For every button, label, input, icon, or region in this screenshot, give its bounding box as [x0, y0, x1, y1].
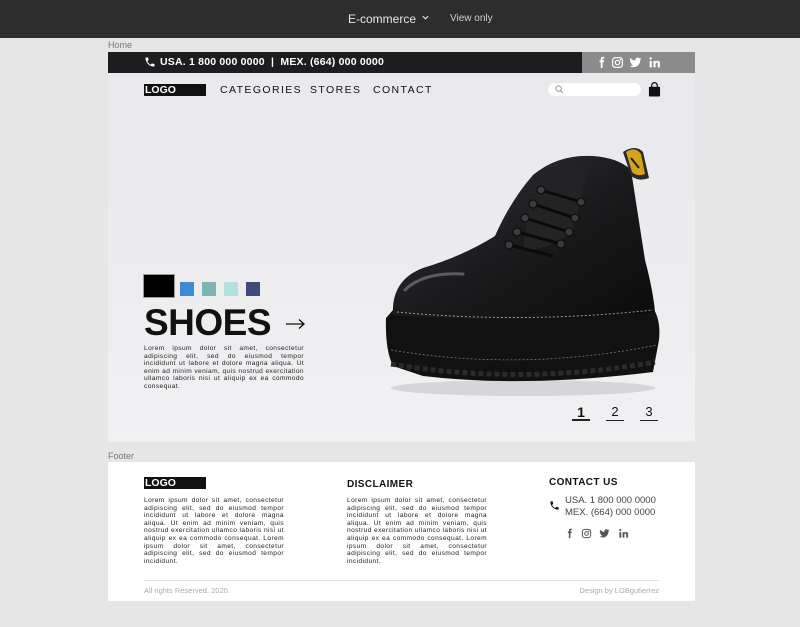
view-mode-label: View only	[450, 13, 493, 24]
footer-frame: LOGO Lorem ipsum dolor sit amet, consect…	[108, 462, 695, 601]
page-1[interactable]: 1	[571, 404, 591, 420]
shopping-bag-icon[interactable]	[648, 82, 661, 97]
app-bar: E-commerce View only	[0, 0, 800, 38]
frame-label-home: Home	[108, 40, 133, 50]
phone-icon	[145, 57, 155, 67]
copyright-text: All rights Reserved. 2020.	[144, 586, 230, 595]
linkedin-icon[interactable]	[648, 56, 661, 69]
search-input[interactable]	[548, 83, 641, 96]
twitter-icon[interactable]	[599, 528, 610, 539]
disclaimer-heading: DISCLAIMER	[347, 479, 414, 490]
color-swatch-mint[interactable]	[224, 282, 238, 296]
header-logo[interactable]: LOGO	[144, 84, 206, 96]
nav-stores[interactable]: STORES	[310, 84, 361, 96]
disclaimer-text: Lorem ipsum dolor sit amet, consectetur …	[347, 497, 488, 565]
page-3[interactable]: 3	[639, 404, 659, 419]
footer-phone-usa: USA. 1 800 000 0000	[565, 495, 656, 506]
footer-logo[interactable]: LOGO	[144, 477, 206, 489]
nav-categories[interactable]: CATEGORIES	[220, 84, 302, 96]
page-2[interactable]: 2	[605, 404, 625, 419]
project-title[interactable]: E-commerce	[348, 12, 416, 26]
instagram-icon[interactable]	[611, 56, 624, 69]
frame-label-footer: Footer	[108, 451, 135, 461]
page-3-underline	[640, 420, 658, 421]
chevron-down-icon[interactable]	[421, 13, 430, 22]
phone-icon	[550, 501, 559, 510]
header-contact-numbers: USA. 1 800 000 0000 | MEX. (664) 000 000…	[160, 56, 385, 68]
facebook-icon[interactable]	[564, 528, 575, 539]
color-swatch-teal[interactable]	[202, 282, 216, 296]
page-2-underline	[606, 420, 624, 421]
contact-topbar: USA. 1 800 000 0000 | MEX. (664) 000 000…	[108, 52, 695, 73]
facebook-icon[interactable]	[595, 56, 608, 69]
home-frame: USA. 1 800 000 0000 | MEX. (664) 000 000…	[108, 52, 695, 442]
nav-contact[interactable]: CONTACT	[373, 84, 433, 96]
search-icon	[555, 85, 564, 94]
footer-divider	[144, 580, 659, 581]
color-swatch-blue[interactable]	[180, 282, 194, 296]
social-links-box	[582, 52, 695, 73]
design-credit: Design by LGBgutierrez	[579, 586, 659, 595]
hero-description: Lorem ipsum dolor sit amet, consectetur …	[144, 345, 304, 390]
footer-phone-mex: MEX. (664) 000 0000	[565, 507, 656, 518]
twitter-icon[interactable]	[629, 56, 642, 69]
contact-us-heading: CONTACT US	[549, 477, 618, 488]
instagram-icon[interactable]	[581, 528, 592, 539]
boot-product-image	[385, 148, 660, 396]
hero-title: SHOES	[144, 302, 272, 343]
active-page-indicator	[572, 419, 590, 421]
arrow-right-icon[interactable]	[286, 318, 306, 330]
color-swatch-navy[interactable]	[246, 282, 260, 296]
footer-about-text: Lorem ipsum dolor sit amet, consectetur …	[144, 497, 285, 565]
linkedin-icon[interactable]	[618, 528, 629, 539]
color-swatch-black[interactable]	[144, 275, 174, 297]
